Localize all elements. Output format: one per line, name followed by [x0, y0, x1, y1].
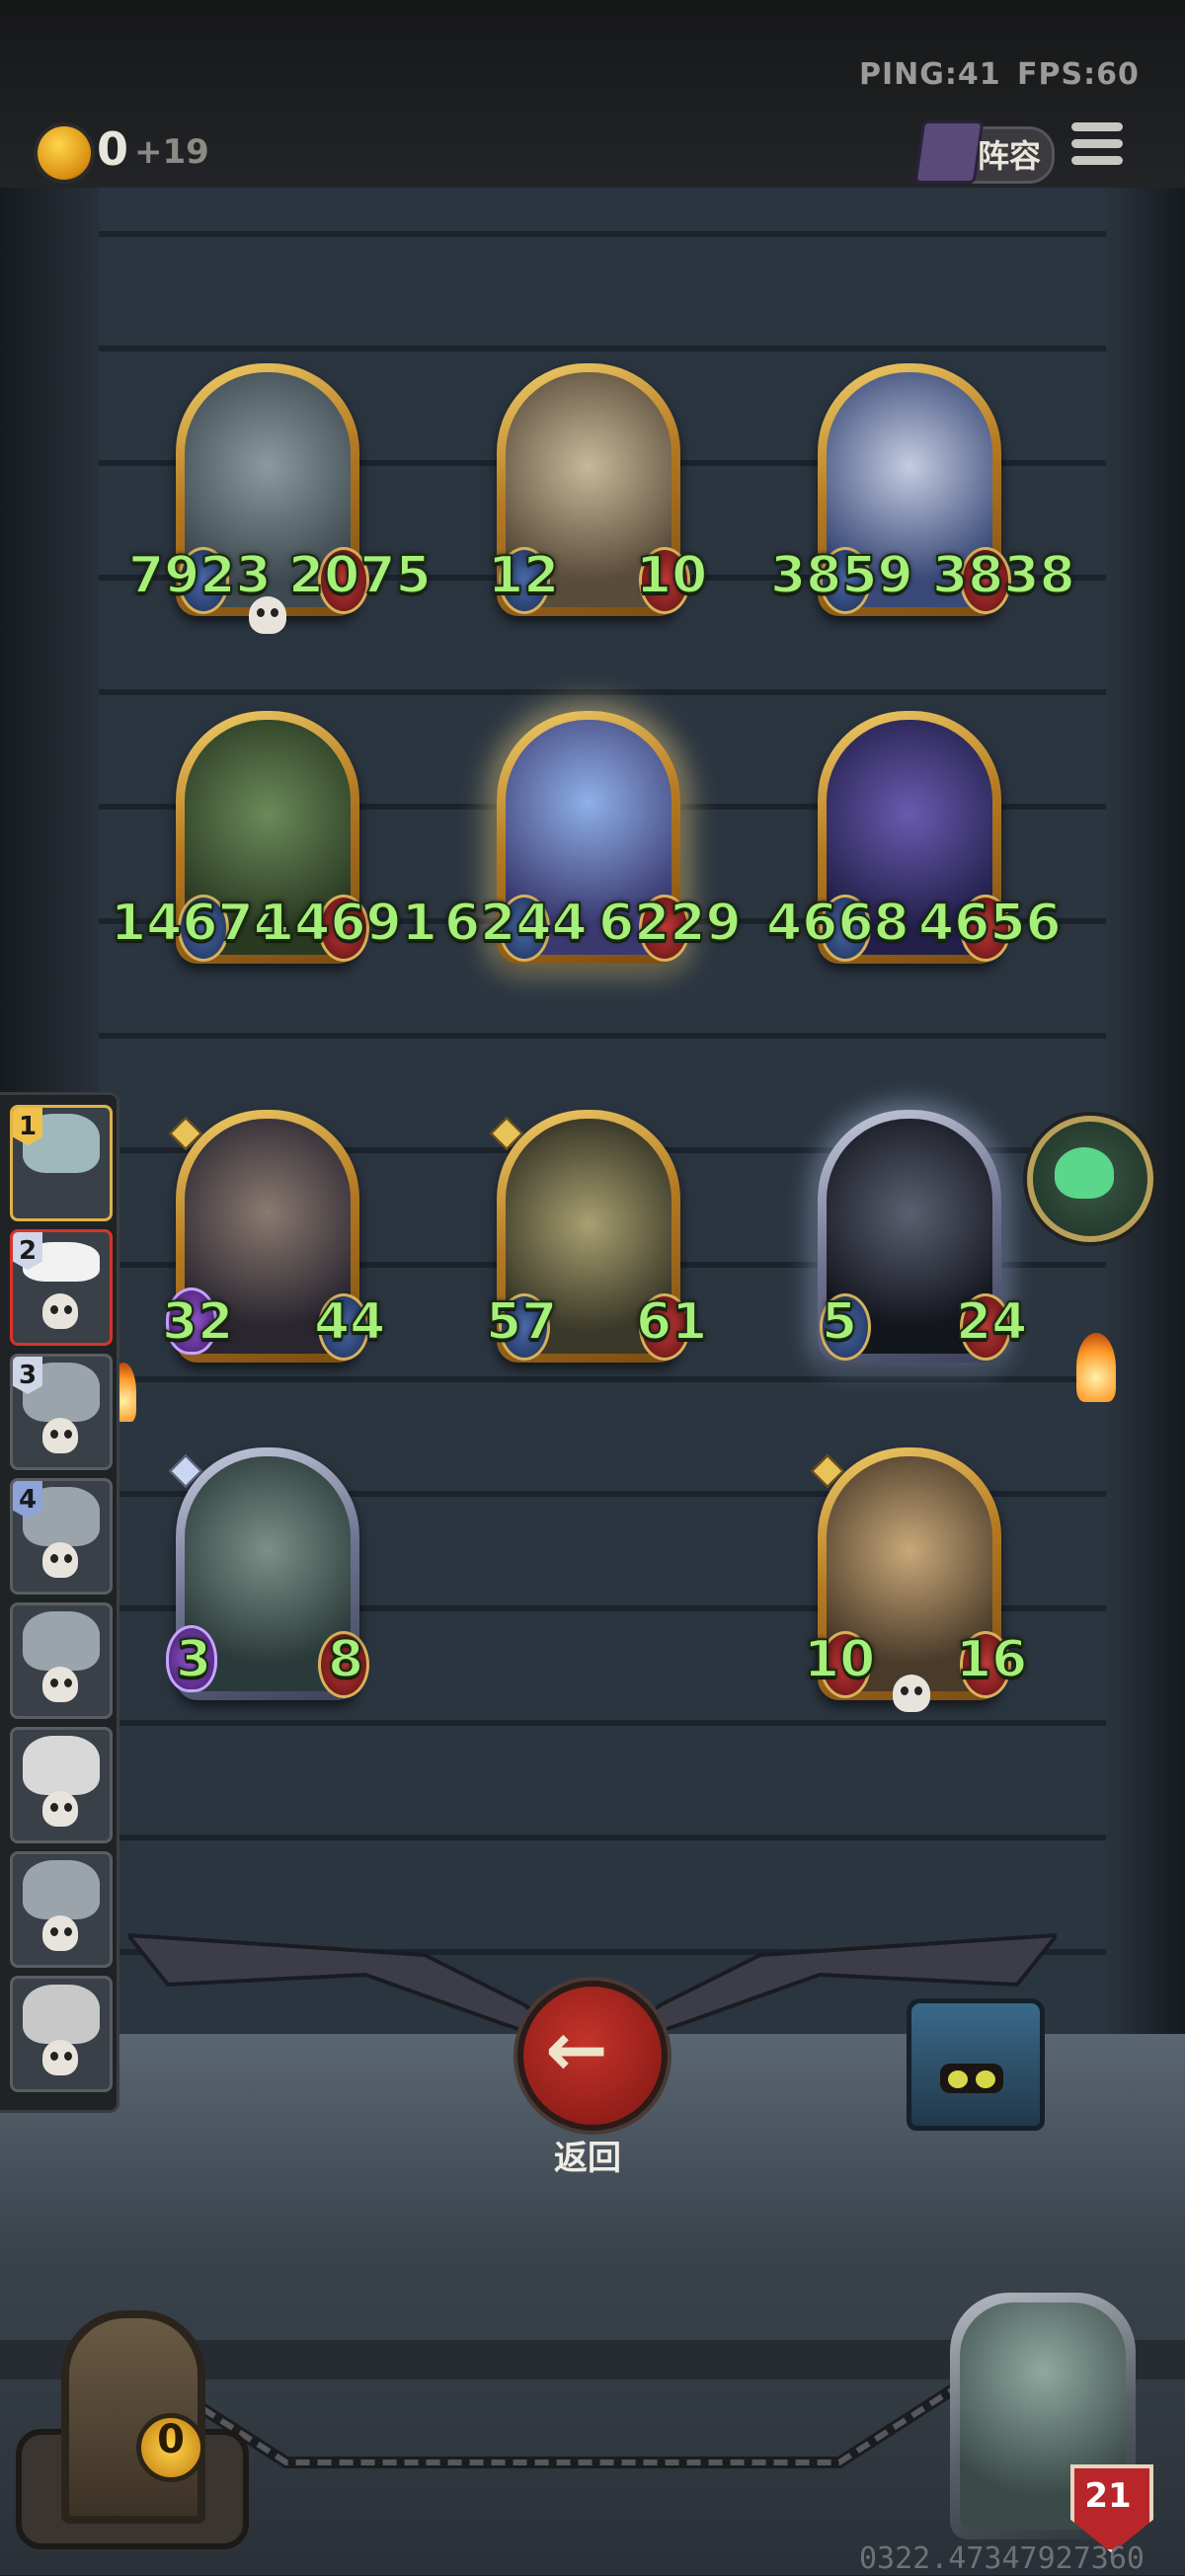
skull-icon [42, 1542, 78, 1578]
opponent-item[interactable] [10, 1727, 113, 1843]
hero-health: 21 [1084, 2476, 1132, 2516]
health-value: 61 [635, 1291, 708, 1353]
attack-value: 4668 [765, 893, 910, 954]
opponent-item[interactable]: 1 [10, 1105, 113, 1221]
health-value: 3838 [931, 545, 1076, 606]
opponent-item[interactable]: 3 [10, 1354, 113, 1470]
skull-icon [42, 1418, 78, 1453]
skull-icon [893, 1675, 930, 1712]
skull-icon [42, 1791, 78, 1827]
attack-value: 6244 [443, 893, 589, 954]
return-label: 返回 [554, 2139, 621, 2178]
opponent-item[interactable] [10, 1976, 113, 2092]
chain-decoration [148, 2368, 978, 2468]
skull-icon [42, 1667, 78, 1702]
opponent-item[interactable]: 2 [10, 1229, 113, 1346]
gold-count: 0 [157, 2417, 185, 2462]
ping-readout: PING:41 [859, 57, 1001, 92]
opponent-portrait [23, 1860, 100, 1919]
attack-value: 10 [803, 1629, 876, 1690]
lineup-label: 阵容 [978, 137, 1042, 175]
attack-value: 5 [821, 1291, 858, 1353]
attack-value: 7923 [127, 545, 273, 606]
attack-value: 3 [175, 1629, 212, 1690]
health-value: 10 [635, 545, 708, 606]
opponent-item[interactable] [10, 1851, 113, 1968]
frog-icon [1055, 1147, 1114, 1199]
skull-icon [42, 2040, 78, 2075]
health-value: 4656 [917, 893, 1063, 954]
attack-value: 32 [161, 1291, 234, 1353]
fps-readout: FPS:60 [1017, 57, 1140, 92]
coin-count: 0 [97, 122, 129, 176]
arrow-left-icon: ← [545, 2005, 608, 2093]
opponent-portrait [23, 1611, 100, 1671]
health-value: 44 [313, 1291, 386, 1353]
health-value: 14691 [258, 893, 438, 954]
coin-icon [38, 126, 91, 180]
skull-icon [42, 1293, 78, 1329]
skull-icon [42, 1915, 78, 1951]
health-value: 8 [327, 1629, 364, 1690]
health-value: 16 [955, 1629, 1028, 1690]
attack-value: 57 [485, 1291, 558, 1353]
hamburger-menu-icon[interactable] [1071, 122, 1123, 172]
health-value: 6229 [597, 893, 743, 954]
coin-income: +19 [134, 132, 209, 172]
opponent-list: 1 2 3 4 [0, 1092, 119, 2113]
health-value: 24 [955, 1291, 1028, 1353]
opponent-item[interactable] [10, 1602, 113, 1719]
opponent-portrait [23, 1985, 100, 2044]
book-icon [913, 120, 985, 184]
session-code: 0322.47347927360 [859, 2541, 1145, 2576]
attack-value: 12 [487, 545, 560, 606]
opponent-item[interactable]: 4 [10, 1478, 113, 1595]
chest-eyes [940, 2064, 1003, 2093]
health-value: 2075 [287, 545, 433, 606]
opponent-portrait [23, 1736, 100, 1795]
attack-value: 3859 [769, 545, 914, 606]
torch-flame-right [1076, 1333, 1116, 1402]
